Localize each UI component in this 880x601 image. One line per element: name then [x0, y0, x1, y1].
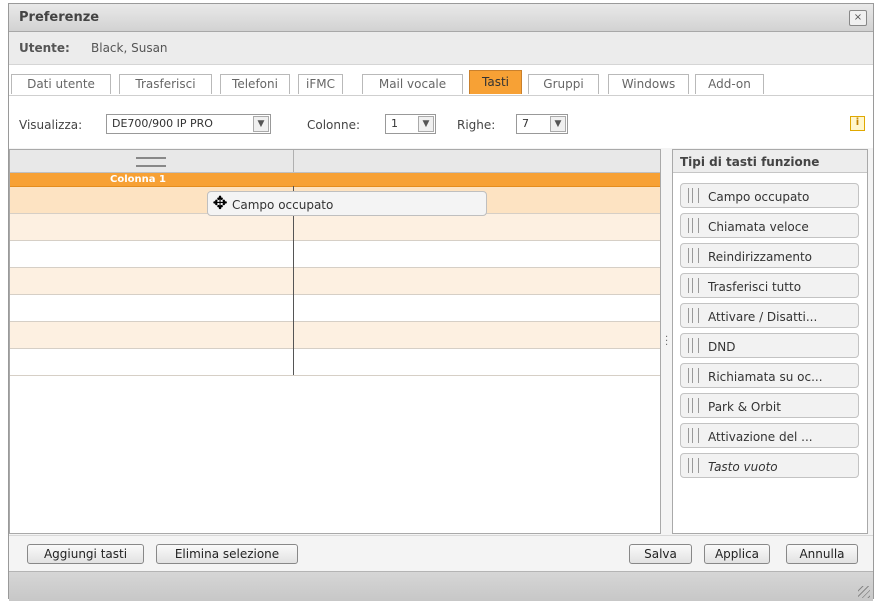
- grip-icon: [688, 398, 699, 413]
- grid-header: [10, 150, 660, 173]
- resize-grip-icon[interactable]: [858, 586, 870, 598]
- add-keys-button[interactable]: Aggiungi tasti: [27, 544, 144, 564]
- function-key-label: Richiamata su oc...: [708, 370, 823, 384]
- function-key-panel: Tipi di tasti funzione Campo occupato Ch…: [672, 149, 868, 534]
- function-key-panel-header: Tipi di tasti funzione: [673, 150, 867, 173]
- columns-value: 1: [391, 117, 398, 130]
- grip-icon: [688, 368, 699, 383]
- move-cursor-icon: ✥: [212, 193, 228, 214]
- function-key-panel-title: Tipi di tasti funzione: [680, 155, 820, 169]
- columns-label: Colonne:: [307, 118, 361, 132]
- function-key-tile[interactable]: DND: [680, 333, 859, 358]
- tab-dati-utente[interactable]: Dati utente: [11, 74, 111, 94]
- function-key-label: DND: [708, 340, 736, 354]
- function-key-tile[interactable]: Attivare / Disatti...: [680, 303, 859, 328]
- status-bar: [9, 571, 873, 601]
- close-icon[interactable]: ×: [849, 10, 867, 26]
- grip-icon: [688, 278, 699, 293]
- grid-row[interactable]: [10, 268, 660, 295]
- grid-row[interactable]: [10, 349, 660, 376]
- user-name: Black, Susan: [91, 41, 168, 55]
- key-grid: Colonna 1 ✥ Campo occupato: [9, 149, 661, 534]
- function-key-label: Reindirizzamento: [708, 250, 813, 264]
- function-key-label: Trasferisci tutto: [708, 280, 802, 294]
- grid-row[interactable]: [10, 322, 660, 349]
- rows-value: 7: [522, 117, 529, 130]
- save-button[interactable]: Salva: [629, 544, 692, 564]
- grip-icon: [688, 188, 699, 203]
- preferences-window: Preferenze × Utente: Black, Susan Dati u…: [8, 3, 874, 601]
- grip-icon: [688, 218, 699, 233]
- drag-handle-icon[interactable]: [136, 157, 166, 167]
- dragged-key-label: Campo occupato: [232, 198, 334, 212]
- tab-windows[interactable]: Windows: [608, 74, 689, 94]
- function-key-tile[interactable]: Chiamata veloce: [680, 213, 859, 238]
- function-key-label: Park & Orbit: [708, 400, 781, 414]
- phone-model-value: DE700/900 IP PRO: [112, 117, 213, 130]
- function-key-label: Campo occupato: [708, 190, 810, 204]
- tab-ifmc[interactable]: iFMC: [298, 74, 343, 94]
- rows-label: Righe:: [457, 118, 496, 132]
- column-header[interactable]: Colonna 1: [10, 173, 660, 187]
- rows-select[interactable]: 7 ▼: [516, 114, 568, 134]
- function-key-tile[interactable]: Trasferisci tutto: [680, 273, 859, 298]
- apply-button[interactable]: Applica: [704, 544, 770, 564]
- user-bar: Utente: Black, Susan: [9, 32, 873, 65]
- function-key-tile[interactable]: Reindirizzamento: [680, 243, 859, 268]
- phone-model-select[interactable]: DE700/900 IP PRO ▼: [106, 114, 271, 134]
- function-key-label: Attivazione del ...: [708, 430, 813, 444]
- cancel-button[interactable]: Annulla: [786, 544, 858, 564]
- tab-mail-vocale[interactable]: Mail vocale: [362, 74, 463, 94]
- chevron-down-icon[interactable]: ▼: [253, 116, 269, 132]
- tab-tasti[interactable]: Tasti: [469, 70, 522, 94]
- chevron-down-icon[interactable]: ▼: [418, 116, 434, 132]
- dragged-key-tile[interactable]: ✥ Campo occupato: [207, 191, 487, 216]
- grip-icon: [688, 458, 699, 473]
- user-label: Utente:: [19, 41, 70, 55]
- grid-row[interactable]: [10, 214, 660, 241]
- function-key-label: Tasto vuoto: [708, 460, 778, 474]
- tab-bar: Dati utente Trasferisci Telefoni iFMC Ma…: [9, 65, 873, 96]
- function-key-tile[interactable]: Tasto vuoto: [680, 453, 859, 478]
- window-title: Preferenze: [19, 10, 100, 25]
- grid-row[interactable]: [10, 295, 660, 322]
- function-key-label: Attivare / Disatti...: [708, 310, 818, 324]
- function-key-tile[interactable]: Park & Orbit: [680, 393, 859, 418]
- info-icon[interactable]: i: [850, 116, 865, 131]
- tab-add-on[interactable]: Add-on: [695, 74, 764, 94]
- title-bar[interactable]: Preferenze ×: [9, 4, 873, 32]
- function-key-tile[interactable]: Attivazione del ...: [680, 423, 859, 448]
- grip-icon: [688, 428, 699, 443]
- function-key-label: Chiamata veloce: [708, 220, 809, 234]
- function-key-tile[interactable]: Campo occupato: [680, 183, 859, 208]
- splitter-grip-icon[interactable]: · · ·: [665, 333, 668, 351]
- grip-icon: [688, 308, 699, 323]
- view-label: Visualizza:: [19, 118, 83, 132]
- function-key-tile[interactable]: Richiamata su oc...: [680, 363, 859, 388]
- delete-selection-button[interactable]: Elimina selezione: [156, 544, 298, 564]
- tab-trasferisci[interactable]: Trasferisci: [119, 74, 212, 94]
- grid-row[interactable]: [10, 241, 660, 268]
- chevron-down-icon[interactable]: ▼: [550, 116, 566, 132]
- button-bar: Aggiungi tasti Elimina selezione Salva A…: [9, 535, 873, 571]
- tab-gruppi[interactable]: Gruppi: [528, 74, 599, 94]
- column-header-label: Colonna 1: [110, 174, 166, 185]
- layout-toolbar: Visualizza: DE700/900 IP PRO ▼ Colonne: …: [9, 96, 873, 148]
- columns-select[interactable]: 1 ▼: [385, 114, 436, 134]
- grip-icon: [688, 338, 699, 353]
- tab-telefoni[interactable]: Telefoni: [220, 74, 290, 94]
- grip-icon: [688, 248, 699, 263]
- header-divider: [293, 150, 294, 172]
